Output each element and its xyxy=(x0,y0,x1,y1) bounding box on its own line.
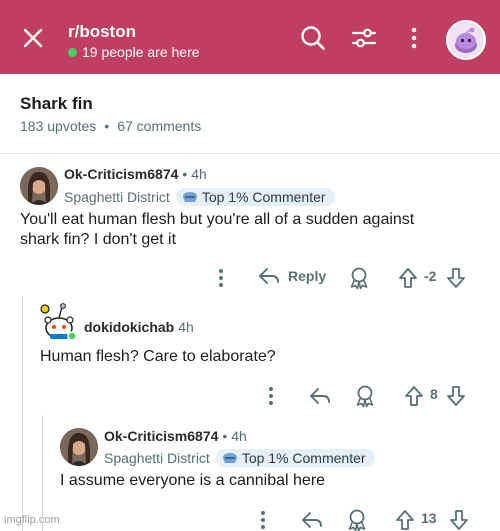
user-flair: Spaghetti District Top 1% Commenter xyxy=(104,449,375,467)
comment-actions: Reply -2 xyxy=(0,266,500,290)
upvote-icon[interactable] xyxy=(398,266,418,290)
comment-time: • 4h xyxy=(182,166,207,182)
award-icon[interactable] xyxy=(346,508,368,531)
overflow-menu-icon[interactable] xyxy=(400,24,428,52)
vote-score: 8 xyxy=(430,386,438,402)
top-commenter-icon xyxy=(182,192,197,202)
badge-label: Top 1% Commenter xyxy=(201,189,326,205)
avatar[interactable] xyxy=(60,428,98,466)
flair-text: Spaghetti District xyxy=(64,189,170,205)
comment-body: Human flesh? Care to elaborate? xyxy=(40,347,490,367)
reply-arrow-icon[interactable] xyxy=(301,508,323,531)
app-header: r/boston 19 people are here xyxy=(0,0,500,74)
comment: Ok-Criticism6874 • 4h Spaghetti District … xyxy=(0,415,500,531)
search-icon[interactable] xyxy=(299,24,327,52)
subreddit-name[interactable]: r/boston xyxy=(68,22,136,42)
downvote-icon[interactable] xyxy=(446,266,466,290)
status-badge[interactable]: Top 1% Commenter xyxy=(215,449,375,467)
post-title[interactable]: Shark fin xyxy=(20,94,93,114)
post-header[interactable]: Shark fin 183 upvotes • 67 comments xyxy=(0,74,500,154)
comment-text-line: You'll eat human flesh but you're all of… xyxy=(20,211,415,228)
comment-author[interactable]: Ok-Criticism6874 • 4h xyxy=(64,166,207,182)
online-dot-icon xyxy=(68,47,77,57)
author-name[interactable]: Ok-Criticism6874 xyxy=(64,166,178,182)
avatar[interactable] xyxy=(40,302,78,342)
upvote-count: 183 upvotes xyxy=(20,118,97,134)
reply-button[interactable]: Reply xyxy=(258,266,326,286)
vote-score: -2 xyxy=(424,268,437,284)
post-meta: 183 upvotes • 67 comments xyxy=(20,118,202,134)
author-name[interactable]: Ok-Criticism6874 xyxy=(104,428,218,444)
comment-time: • 4h xyxy=(222,428,247,444)
comment-text-line: Human flesh? Care to elaborate? xyxy=(40,348,276,365)
more-options-icon[interactable] xyxy=(211,266,231,290)
comment-author[interactable]: Ok-Criticism6874 • 4h xyxy=(104,428,247,444)
upvote-icon[interactable] xyxy=(404,384,424,408)
badge-label: Top 1% Commenter xyxy=(241,450,366,466)
snoo-avatar-icon xyxy=(448,22,484,58)
sort-filter-icon[interactable] xyxy=(350,24,378,52)
comment-body: You'll eat human flesh but you're all of… xyxy=(20,210,490,250)
vote-score: 13 xyxy=(421,510,437,526)
comment: Ok-Criticism6874 • 4h Spaghetti District … xyxy=(0,154,500,299)
user-flair: Spaghetti District Top 1% Commenter xyxy=(64,188,335,206)
close-icon[interactable] xyxy=(20,25,46,51)
comment-body: I assume everyone is a cannibal here xyxy=(60,471,490,491)
snoo-avatar-icon xyxy=(40,303,77,341)
downvote-icon[interactable] xyxy=(449,508,469,531)
author-name[interactable]: dokidokichab xyxy=(84,319,174,335)
downvote-icon[interactable] xyxy=(446,384,466,408)
online-count: 19 people are here xyxy=(68,44,200,60)
comment-text-line: I assume everyone is a cannibal here xyxy=(60,472,326,489)
comment-time: 4h xyxy=(178,319,194,335)
avatar[interactable] xyxy=(446,20,486,60)
comment-actions: 8 xyxy=(0,384,500,408)
comment: dokidokichab 4h Human flesh? Care to elab… xyxy=(0,296,500,411)
award-icon[interactable] xyxy=(354,384,376,408)
comment-text-line: shark fin? I don't get it xyxy=(20,231,177,248)
reply-arrow-icon[interactable] xyxy=(309,384,331,408)
reply-label: Reply xyxy=(288,268,327,284)
flair-text: Spaghetti District xyxy=(104,450,210,466)
reply-arrow-icon xyxy=(259,268,279,284)
online-count-text: 19 people are here xyxy=(82,44,200,60)
user-photo-icon xyxy=(20,167,58,205)
status-badge[interactable]: Top 1% Commenter xyxy=(175,188,335,206)
comment-author[interactable]: dokidokichab 4h xyxy=(84,319,194,335)
comment-count: 67 comments xyxy=(117,118,202,134)
top-commenter-icon xyxy=(222,453,237,463)
more-options-icon[interactable] xyxy=(253,508,273,531)
more-options-icon[interactable] xyxy=(261,384,281,408)
watermark: imgflip.com xyxy=(4,514,60,526)
upvote-icon[interactable] xyxy=(395,508,415,531)
award-icon[interactable] xyxy=(348,266,370,290)
comment-actions: 13 xyxy=(0,508,500,531)
avatar[interactable] xyxy=(20,167,58,205)
user-photo-icon xyxy=(60,428,98,466)
